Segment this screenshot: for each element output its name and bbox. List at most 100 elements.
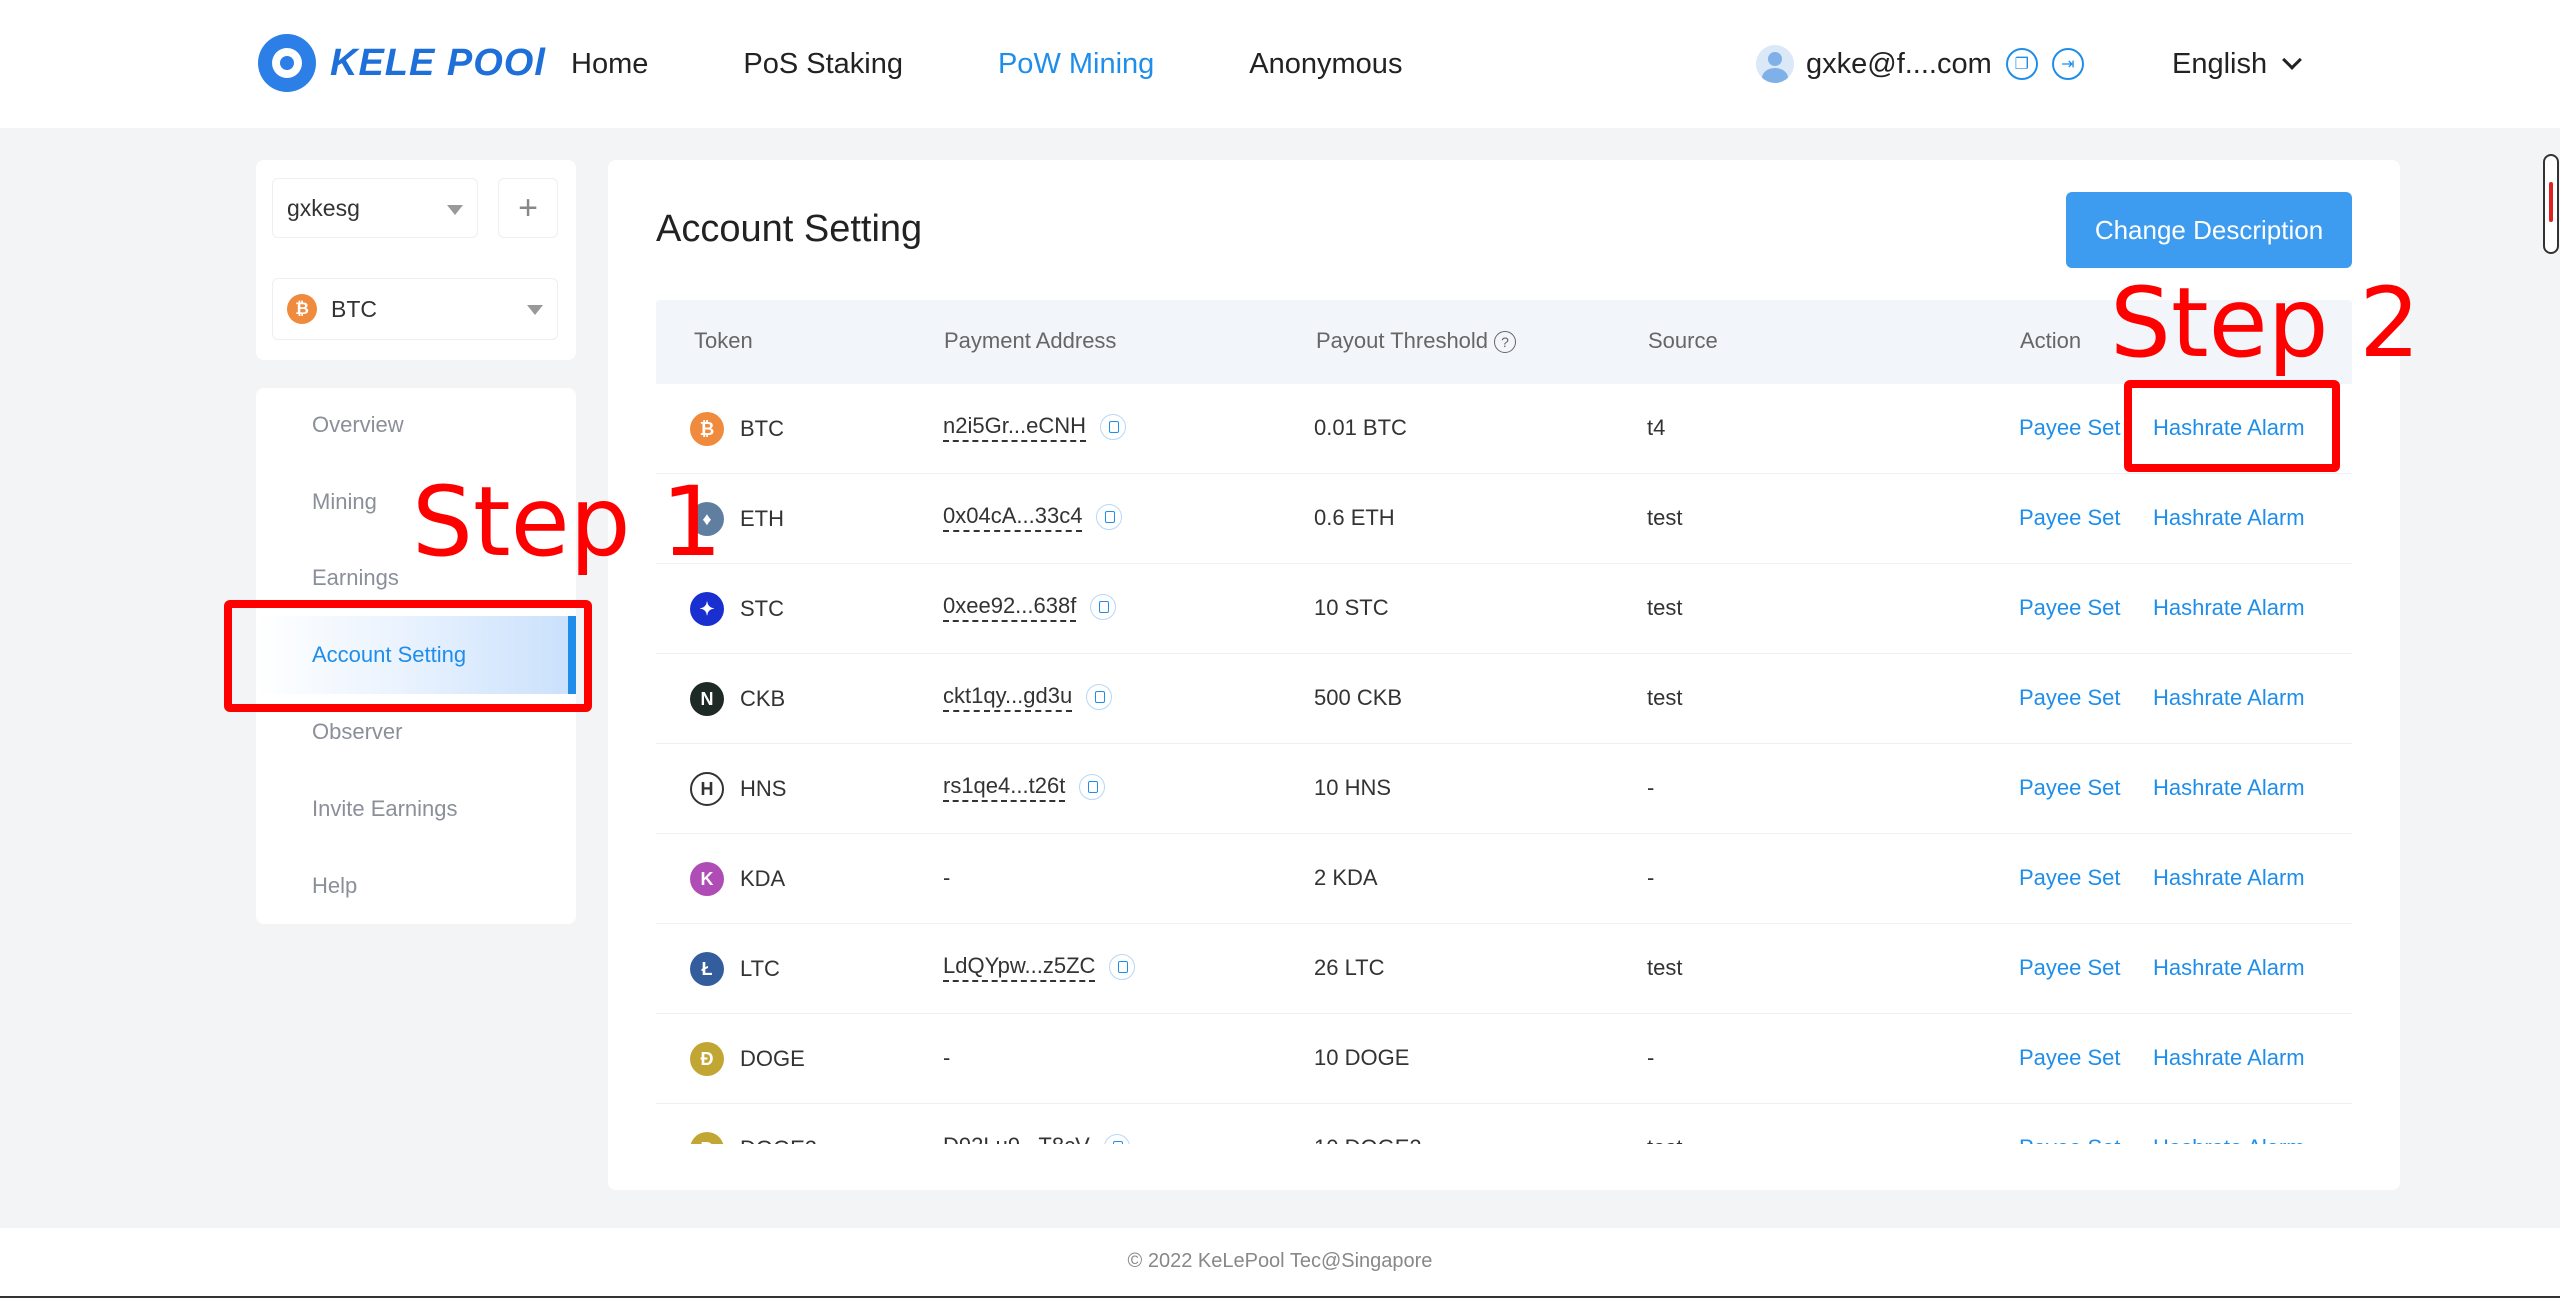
sidebar-item-invite-earnings[interactable]: Invite Earnings [312, 794, 458, 824]
kelepool-logo[interactable]: KELE POOl [258, 34, 546, 92]
payee-set-link[interactable]: Payee Set [2019, 772, 2121, 804]
table-row: K KDA - 2 KDA - Payee Set Hashrate Alarm [656, 834, 2352, 924]
language-label: English [2172, 48, 2268, 80]
hashrate-alarm-link[interactable]: Hashrate Alarm [2153, 862, 2305, 894]
nav-home[interactable]: Home [571, 44, 648, 84]
payment-address[interactable]: 0xee92...638f [943, 592, 1077, 622]
token-cell: Ð DOGE2 [690, 1132, 817, 1144]
payee-set-link[interactable]: Payee Set [2019, 1132, 2121, 1144]
hns-icon: H [690, 772, 724, 806]
coin-select[interactable]: ₿ BTC [272, 278, 558, 340]
hashrate-alarm-link[interactable]: Hashrate Alarm [2153, 1042, 2305, 1074]
hashrate-alarm-link[interactable]: Hashrate Alarm [2153, 682, 2305, 714]
source: test [1647, 1132, 1682, 1144]
token-cell: Ð DOGE [690, 1042, 805, 1076]
token-name: KDA [740, 866, 786, 891]
hashrate-alarm-link[interactable]: Hashrate Alarm [2153, 952, 2305, 984]
coin-select-value: BTC [331, 295, 377, 322]
kda-icon: K [690, 862, 724, 896]
user-info: gxke@f....com ❐ ⇥ [1756, 44, 2084, 84]
address-cell: 0x04cA...33c4 [943, 502, 1123, 532]
payment-address[interactable]: D92Lu9...T8cV [943, 1132, 1090, 1144]
source: t4 [1647, 415, 1666, 440]
header-action: Action [2020, 328, 2082, 353]
payee-set-link[interactable]: Payee Set [2019, 412, 2121, 444]
sidebar-item-observer[interactable]: Observer [312, 717, 402, 747]
payout-threshold: 10 STC [1314, 595, 1389, 620]
payment-address[interactable]: rs1qe4...t26t [943, 772, 1066, 802]
header-payout-threshold-label: Payout Threshold [1316, 328, 1489, 353]
hashrate-alarm-link[interactable]: Hashrate Alarm [2153, 592, 2305, 624]
address-cell: ckt1qy...gd3u [943, 682, 1113, 712]
stc-icon: ✦ [690, 592, 724, 626]
sidebar-item-help[interactable]: Help [312, 871, 357, 901]
payee-set-link[interactable]: Payee Set [2019, 592, 2121, 624]
help-icon[interactable]: ? [1494, 331, 1517, 354]
payment-address[interactable]: ckt1qy...gd3u [943, 682, 1073, 712]
account-select[interactable]: gxkesg [272, 178, 478, 238]
logout-icon[interactable]: ⇥ [2051, 48, 2084, 80]
language-select[interactable]: English [2172, 44, 2303, 84]
hashrate-alarm-link[interactable]: Hashrate Alarm [2153, 772, 2305, 804]
chevron-down-icon [2282, 50, 2303, 70]
btc-icon: ₿ [287, 294, 317, 324]
account-table: Token Payment Address Payout Threshold? … [656, 300, 2352, 1144]
caret-down-icon [447, 205, 463, 215]
payment-address[interactable]: n2i5Gr...eCNH [943, 412, 1087, 442]
table-row: Ð DOGE2 D92Lu9...T8cV 10 DOGE2 test Payee Set… [656, 1104, 2352, 1144]
payout-threshold: 10 DOGE [1314, 1045, 1410, 1070]
payment-address[interactable]: 0x04cA...33c4 [943, 502, 1083, 532]
token-cell: ✦ STC [690, 592, 784, 626]
token-name: DOGE [740, 1046, 805, 1071]
table-header: Token Payment Address Payout Threshold? … [656, 300, 2352, 384]
avatar[interactable] [1756, 45, 1794, 83]
logo-icon [258, 34, 316, 92]
sidebar-item-overview[interactable]: Overview [312, 410, 404, 440]
hashrate-alarm-link[interactable]: Hashrate Alarm [2153, 502, 2305, 534]
caret-down-icon [527, 305, 543, 315]
payout-threshold: 0.6 ETH [1314, 505, 1395, 530]
address-cell: D92Lu9...T8cV [943, 1132, 1130, 1144]
hashrate-alarm-link[interactable]: Hashrate Alarm [2153, 1132, 2305, 1144]
change-description-button[interactable]: Change Description [2066, 192, 2352, 268]
copy-icon[interactable]: ❐ [2005, 48, 2038, 80]
payee-set-link[interactable]: Payee Set [2019, 682, 2121, 714]
table-row: ✦ STC 0xee92...638f 10 STC test Payee Set Hash… [656, 564, 2352, 654]
source: test [1647, 955, 1683, 980]
top-header: KELE POOl Home PoS Staking PoW Mining An… [0, 0, 2560, 128]
token-cell: Ł LTC [690, 952, 780, 986]
nav-pos-staking[interactable]: PoS Staking [743, 44, 903, 84]
payee-set-link[interactable]: Payee Set [2019, 1042, 2121, 1074]
sidebar-selectors: gxkesg + ₿ BTC [256, 160, 576, 360]
add-account-button[interactable]: + [498, 178, 558, 238]
header-payout-threshold: Payout Threshold? [1316, 326, 1517, 356]
copy-icon[interactable] [1086, 684, 1113, 710]
vertical-scrollbar[interactable] [2543, 154, 2559, 254]
plus-icon: + [518, 188, 538, 227]
table-row: ♦ ETH 0x04cA...33c4 0.6 ETH test Payee Set Has… [656, 474, 2352, 564]
payee-set-link[interactable]: Payee Set [2019, 502, 2121, 534]
payee-set-link[interactable]: Payee Set [2019, 952, 2121, 984]
copy-icon[interactable] [1100, 414, 1127, 440]
copy-icon[interactable] [1103, 1134, 1130, 1144]
page-title: Account Setting [656, 208, 923, 250]
token-cell: N CKB [690, 682, 785, 716]
copy-icon[interactable] [1090, 594, 1117, 620]
copy-icon[interactable] [1109, 954, 1136, 980]
sidebar-item-earnings[interactable]: Earnings [312, 563, 399, 593]
table-row: H HNS rs1qe4...t26t 10 HNS - Payee Set Hashrat… [656, 744, 2352, 834]
payout-threshold: 2 KDA [1314, 865, 1378, 890]
payment-address[interactable]: LdQYpw...z5ZC [943, 952, 1096, 982]
main-nav: Home PoS Staking PoW Mining Anonymous [571, 44, 1497, 84]
payee-set-link[interactable]: Payee Set [2019, 862, 2121, 894]
token-name: CKB [740, 686, 786, 711]
nav-pow-mining[interactable]: PoW Mining [998, 44, 1154, 84]
table-row: N CKB ckt1qy...gd3u 500 CKB test Payee Set Has… [656, 654, 2352, 744]
sidebar-item-mining[interactable]: Mining [312, 487, 377, 517]
token-name: HNS [740, 776, 787, 801]
copy-icon[interactable] [1096, 504, 1123, 530]
nav-anonymous[interactable]: Anonymous [1249, 44, 1402, 84]
address-cell: - [943, 862, 950, 894]
copy-icon[interactable] [1079, 774, 1106, 800]
doge-icon: Ð [690, 1042, 724, 1076]
